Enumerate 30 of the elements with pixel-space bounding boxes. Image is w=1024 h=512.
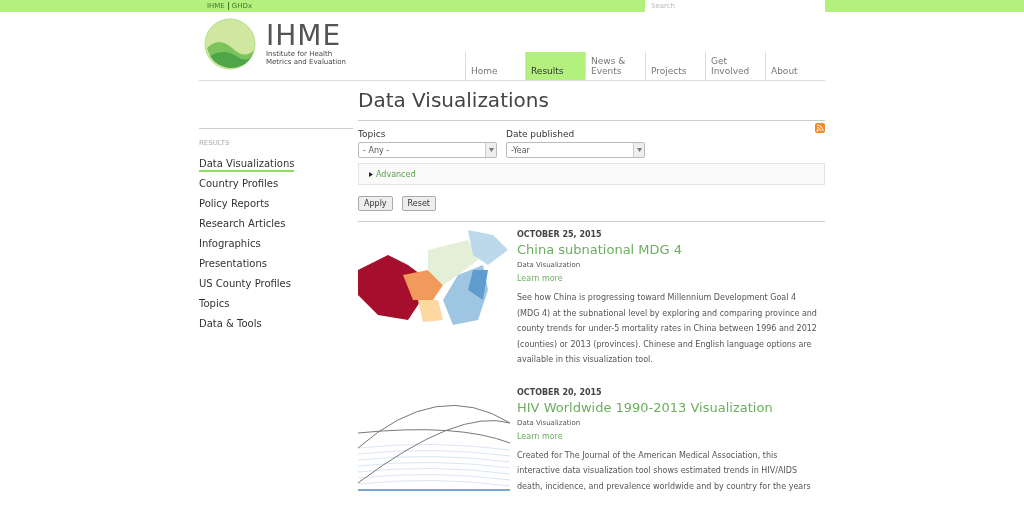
sidebar-link[interactable]: Country Profiles — [199, 177, 279, 192]
sidebar-link[interactable]: Policy Reports — [199, 197, 270, 212]
page-title: Data Visualizations — [357, 87, 550, 114]
form-button[interactable]: Apply — [358, 196, 393, 211]
result-description: See how China is progressing toward Millennium Development Goal 4 (MDG 4) at the subnational level by exploring and comparing province and county trends for under-5 mortality rates in China between 1996 and 2012 (counties) or 2013 (provinces). Chinese and English language options are available in this visualization tool. — [517, 292, 818, 366]
caret-icon — [636, 148, 642, 152]
rss-icon[interactable] — [815, 123, 825, 133]
sidebar-link[interactable]: Infographics — [199, 237, 261, 252]
result-description: Created for The Journal of the American Medical Association, this interactive data visualization tool shows estimated trends in HIV/AIDS death, incidence, and prevalence worldwide and by country for the years — [517, 449, 812, 493]
result-date: OCTOBER 20, 2015 — [517, 387, 603, 397]
logo-wordmark: IHME — [266, 22, 343, 50]
nav-tab[interactable]: Projects — [645, 52, 705, 80]
filter-dropdown[interactable]: -Year — [506, 142, 645, 158]
nav-tab[interactable]: About — [765, 52, 825, 80]
nav-tab[interactable]: Get Involved — [705, 52, 765, 80]
sidebar-link[interactable]: Presentations — [199, 257, 267, 272]
filter-label: Topics — [358, 129, 387, 139]
nav-tab[interactable]: Results — [525, 52, 585, 80]
logo-icon — [204, 18, 256, 70]
caret-icon — [488, 148, 494, 152]
sidebar-link[interactable]: Research Articles — [199, 217, 286, 232]
result-date: OCTOBER 25, 2015 — [517, 230, 603, 239]
nav-tab[interactable]: News & Events — [585, 52, 645, 80]
filter-label: Date published — [506, 129, 576, 139]
filter-dropdown[interactable]: - Any - — [358, 142, 497, 158]
form-button[interactable]: Reset — [401, 196, 436, 211]
sidebar-link[interactable]: US County Profiles — [199, 277, 291, 292]
sidebar-link[interactable]: Data & Tools — [199, 317, 262, 332]
sidebar-link[interactable]: Data Visualizations — [199, 157, 295, 172]
sidebar-link[interactable]: Topics — [199, 297, 230, 312]
